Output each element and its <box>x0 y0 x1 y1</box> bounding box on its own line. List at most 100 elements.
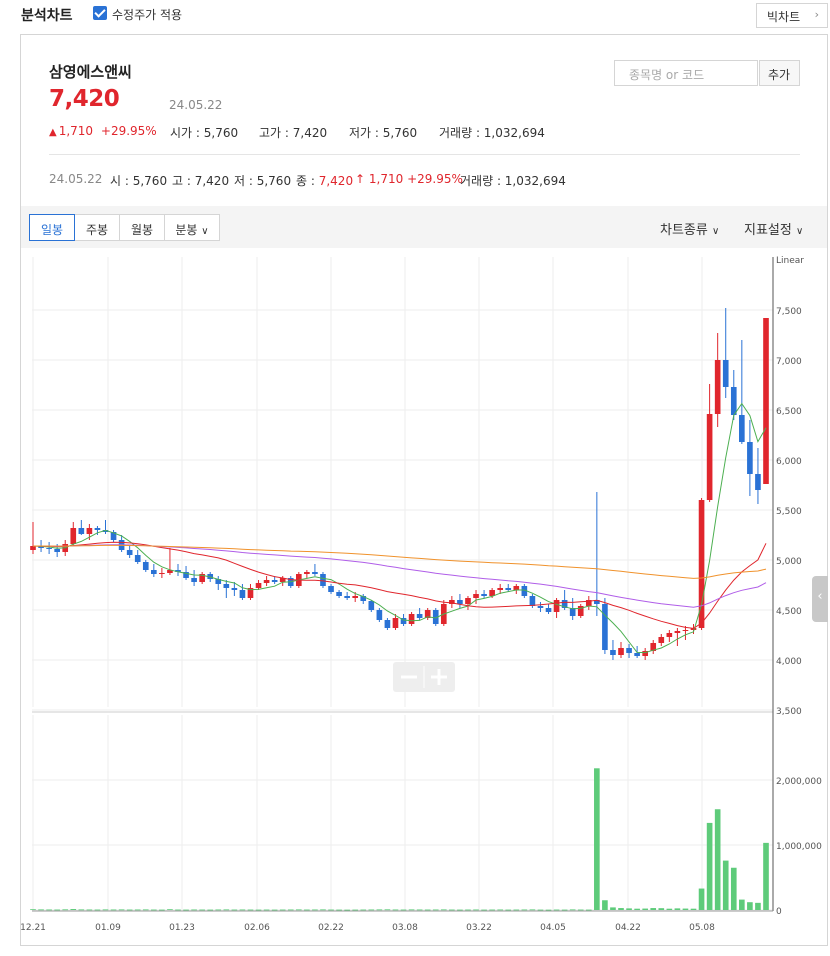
price-volume-chart[interactable]: Linear 7,500 7,000 6,500 6,000 5,500 5,000 4,50… <box>21 249 827 939</box>
low-value: 5,760 <box>382 126 418 140</box>
candle-body <box>70 528 77 544</box>
top-bar: 분석차트 수정주가 적용 빅차트 › <box>0 0 830 30</box>
change-amount: 1,710 <box>58 124 94 138</box>
volume-bar <box>279 909 286 911</box>
candle-body <box>320 574 326 586</box>
candle-body <box>513 586 520 590</box>
stock-price: 7,420 <box>49 86 120 112</box>
price-tick-label: 5,500 <box>776 507 802 517</box>
add-button[interactable]: 추가 <box>759 60 800 86</box>
volume-bar <box>594 768 600 910</box>
volume-bar <box>86 909 93 911</box>
change-percent: +29.95% <box>100 124 157 138</box>
volume-bar <box>408 909 415 911</box>
volume-bar <box>545 909 552 911</box>
tab-daily[interactable]: 일봉 <box>29 214 75 241</box>
chart-type-menu[interactable]: 차트종류 ∨ <box>660 219 719 238</box>
candle-body <box>529 596 536 606</box>
volume-bar <box>521 909 528 911</box>
volume-bar <box>62 909 69 911</box>
candle-body <box>473 594 479 598</box>
volume-bar <box>739 899 745 910</box>
chevron-right-icon: › <box>814 8 819 21</box>
candle-body <box>384 620 391 628</box>
volume-bar <box>70 909 77 910</box>
price-tick-label: 4,500 <box>776 607 802 617</box>
volume-bar <box>666 908 673 910</box>
chevron-down-icon: ∨ <box>711 226 720 237</box>
open-value: 5,760 <box>203 126 239 140</box>
price-tick-label: 6,500 <box>776 407 802 417</box>
volume-bar <box>304 909 310 911</box>
candle-body <box>263 580 270 583</box>
indicator-settings-menu[interactable]: 지표설정 ∨ <box>744 219 803 238</box>
stock-search-input[interactable]: 종목명 or 코드 <box>614 60 758 86</box>
candle-body <box>191 578 197 582</box>
volume-bar <box>618 908 624 910</box>
volume-bar <box>54 909 60 911</box>
big-chart-label: 빅차트 <box>767 10 801 24</box>
volume-bar <box>368 909 375 911</box>
volume-bar <box>706 822 713 910</box>
volume-bar <box>384 909 391 911</box>
volume-stat: 거래량 : 1,032,694 <box>439 126 545 140</box>
adjusted-price-label[interactable]: 수정주가 적용 <box>112 6 182 23</box>
price-tick-label: 5,000 <box>776 557 802 567</box>
volume-bar <box>376 909 383 911</box>
x-tick-label: 03.08 <box>392 923 418 933</box>
volume-bar <box>650 908 657 910</box>
chart-type-label: 차트종류 <box>660 223 708 238</box>
volume-bar <box>78 909 85 911</box>
volume-bar <box>473 909 479 911</box>
x-tick-label: 04.22 <box>615 923 641 933</box>
volume-bar <box>38 909 44 911</box>
candle-body <box>30 546 36 550</box>
info-low-value: 5,760 <box>256 174 292 188</box>
candle-body <box>392 618 399 628</box>
volume-bar <box>263 909 270 911</box>
volume-bar <box>626 908 632 910</box>
volume-bar <box>577 909 584 911</box>
tab-minute-label: 분봉 <box>175 223 198 237</box>
tab-minute[interactable]: 분봉 ∨ <box>164 214 220 241</box>
open-label: 시가 <box>170 126 193 140</box>
volume-bar <box>682 908 689 910</box>
candle-body <box>328 586 334 592</box>
volume-bar <box>118 909 125 911</box>
chevron-down-icon: ∨ <box>201 226 209 237</box>
volume-bar <box>352 909 359 911</box>
volume-bar <box>231 909 238 911</box>
volume-bar <box>126 909 133 911</box>
candle-body <box>223 584 230 588</box>
candle-body <box>78 528 85 534</box>
candle-body <box>658 637 665 643</box>
candle-body <box>368 601 375 610</box>
volume-bar <box>440 909 447 911</box>
candle-body <box>416 614 423 618</box>
ma-20-line <box>32 541 767 629</box>
volume-bar <box>513 909 520 911</box>
volume-bar <box>94 909 101 911</box>
big-chart-button[interactable]: 빅차트 › <box>756 3 828 28</box>
info-open-value: 5,760 <box>132 174 168 188</box>
price-tick-label: 7,500 <box>776 307 802 317</box>
price-tick-label: 4,000 <box>776 657 802 667</box>
volume-bar <box>151 909 157 911</box>
info-open-label: 시 <box>110 174 122 188</box>
tab-monthly[interactable]: 월봉 <box>119 214 165 241</box>
candle-body <box>618 648 624 655</box>
high-stat: 고가 : 7,420 <box>259 126 328 140</box>
adjusted-price-checkbox[interactable] <box>93 6 107 20</box>
volume-bar <box>465 909 471 911</box>
tab-weekly[interactable]: 주봉 <box>74 214 120 241</box>
candle-body <box>312 572 318 574</box>
volume-bar <box>102 909 109 911</box>
volume-bar <box>142 909 149 911</box>
volume-bar <box>642 908 648 910</box>
x-tick-label: 01.09 <box>95 923 121 933</box>
x-tick-label: 05.08 <box>689 923 715 933</box>
side-panel-toggle[interactable]: ‹ <box>812 576 828 622</box>
volume-bar <box>610 907 616 910</box>
volume-bar <box>392 909 399 911</box>
candle-body <box>159 573 165 574</box>
